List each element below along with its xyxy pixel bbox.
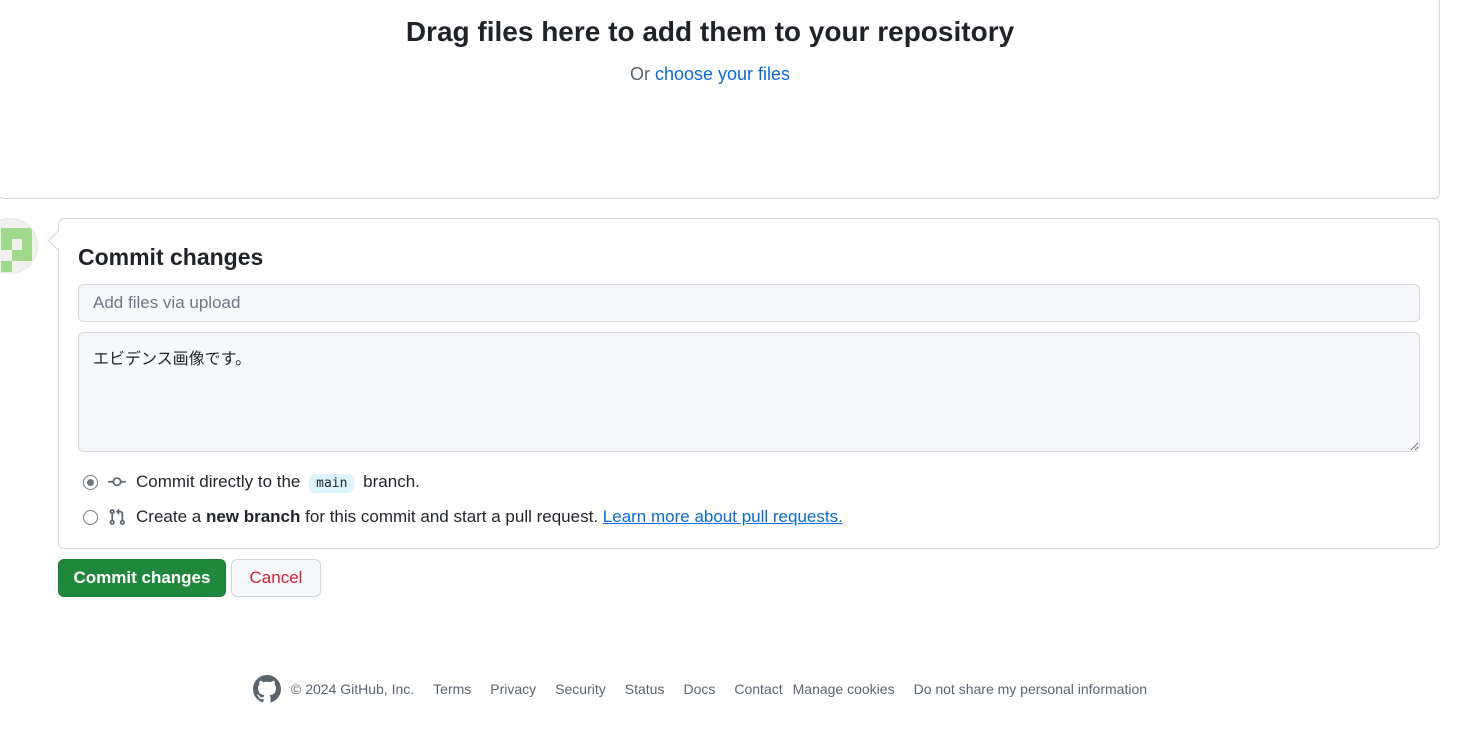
footer-copyright: © 2024 GitHub, Inc. <box>291 681 415 697</box>
footer-link-security[interactable]: Security <box>555 681 606 697</box>
learn-more-pull-requests-link[interactable]: Learn more about pull requests. <box>603 507 843 526</box>
new-branch-option[interactable]: Create a new branch for this commit and … <box>83 506 843 528</box>
git-commit-icon <box>108 473 126 491</box>
new-branch-bold: new branch <box>205 507 301 526</box>
new-branch-radio[interactable] <box>83 509 98 525</box>
or-text: Or <box>629 64 650 84</box>
commit-heading: Commit changes <box>78 244 264 270</box>
commit-direct-option[interactable]: Commit directly to the main branch. <box>83 471 420 493</box>
avatar-pixel <box>1 261 12 272</box>
commit-form: Commit changes エビデンス画像です。 Commit directl… <box>58 218 1440 549</box>
commit-direct-radio[interactable] <box>83 474 98 490</box>
footer-link-contact[interactable]: Contact <box>734 681 782 697</box>
avatar-pixel <box>12 250 32 261</box>
new-branch-prefix: Create a <box>136 507 202 526</box>
avatar-pixel <box>12 228 22 239</box>
site-footer: © 2024 GitHub, Inc. Terms Privacy Securi… <box>253 675 1166 703</box>
commit-direct-suffix: branch. <box>363 472 420 491</box>
footer-link-do-not-share[interactable]: Do not share my personal information <box>914 681 1147 697</box>
drop-zone-title: Drag files here to add them to your repo… <box>405 16 1015 47</box>
git-pull-request-icon <box>108 508 126 526</box>
avatar-pixel <box>22 239 32 250</box>
avatar-pixel <box>1 228 12 239</box>
drop-zone-subtitle: Or choose your files <box>0 64 1421 85</box>
footer-link-docs[interactable]: Docs <box>683 681 715 697</box>
footer-link-manage-cookies[interactable]: Manage cookies <box>793 681 895 697</box>
avatar <box>0 218 38 274</box>
upload-page: Drag files here to add them to your repo… <box>0 0 1471 738</box>
footer-link-terms[interactable]: Terms <box>433 681 471 697</box>
file-drop-zone[interactable]: Drag files here to add them to your repo… <box>0 0 1440 199</box>
cancel-button[interactable]: Cancel <box>231 559 321 597</box>
github-mark-icon[interactable] <box>253 675 281 703</box>
commit-direct-prefix: Commit directly to the <box>136 472 301 491</box>
new-branch-suffix: for this commit and start a pull request… <box>305 507 599 526</box>
choose-files-link[interactable]: choose your files <box>655 64 790 84</box>
footer-link-status[interactable]: Status <box>625 681 665 697</box>
avatar-pixel <box>22 228 32 239</box>
commit-direct-label: Commit directly to the main branch. <box>136 472 420 493</box>
avatar-pixel <box>1 239 12 250</box>
branch-name: main <box>309 474 355 493</box>
commit-description-textarea[interactable]: エビデンス画像です。 <box>78 332 1420 452</box>
commit-summary-input[interactable] <box>78 284 1420 322</box>
footer-link-privacy[interactable]: Privacy <box>490 681 536 697</box>
new-branch-label: Create a new branch for this commit and … <box>136 507 843 527</box>
commit-changes-button[interactable]: Commit changes <box>58 559 226 597</box>
